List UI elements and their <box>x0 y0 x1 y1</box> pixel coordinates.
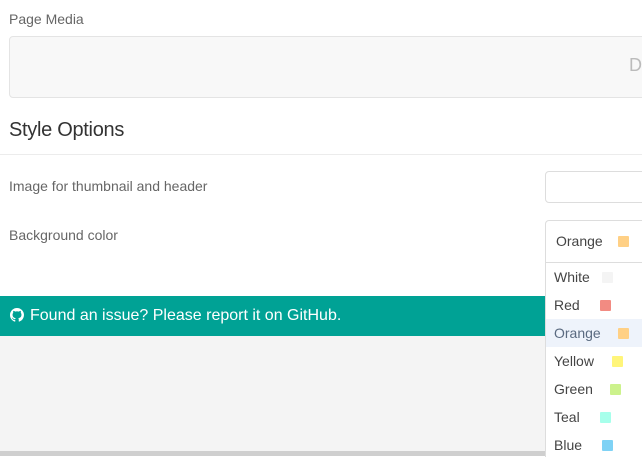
color-swatch <box>602 272 613 283</box>
color-option-label: Green <box>554 381 593 397</box>
thumbnail-input[interactable] <box>545 171 642 203</box>
color-swatch <box>618 328 629 339</box>
color-option-blue[interactable]: Blue <box>546 431 642 459</box>
github-icon <box>10 308 24 322</box>
color-option-label: Orange <box>554 325 601 341</box>
color-option-yellow[interactable]: Yellow <box>546 347 642 375</box>
color-option-red[interactable]: Red <box>546 291 642 319</box>
color-swatch <box>612 356 623 367</box>
color-option-orange[interactable]: Orange <box>546 319 642 347</box>
color-swatch <box>610 384 621 395</box>
color-swatch <box>600 300 611 311</box>
dropzone-text: D <box>629 55 642 75</box>
color-swatch <box>602 440 613 451</box>
page-media-label: Page Media <box>9 11 84 27</box>
color-option-label: White <box>554 269 590 285</box>
thumbnail-label: Image for thumbnail and header <box>9 178 208 194</box>
section-divider <box>0 154 642 155</box>
color-option-teal[interactable]: Teal <box>546 403 642 431</box>
banner-text: Found an issue? Please report it on GitH… <box>30 307 342 324</box>
page-media-dropzone[interactable]: D <box>9 36 642 98</box>
color-option-label: Yellow <box>554 353 594 369</box>
color-option-label: Red <box>554 297 580 313</box>
background-color-selected: Orange <box>556 233 603 249</box>
color-option-white[interactable]: White <box>546 263 642 291</box>
color-option-label: Teal <box>554 409 580 425</box>
color-option-label: Blue <box>554 437 583 453</box>
background-color-dropdown: White Red Orange Yellow Green Teal Blue <box>545 262 642 457</box>
background-color-select[interactable]: Orange <box>545 220 642 262</box>
selected-color-swatch <box>618 236 629 247</box>
background-color-label: Background color <box>9 227 118 243</box>
section-title: Style Options <box>9 119 125 141</box>
color-swatch <box>600 412 611 423</box>
color-option-green[interactable]: Green <box>546 375 642 403</box>
